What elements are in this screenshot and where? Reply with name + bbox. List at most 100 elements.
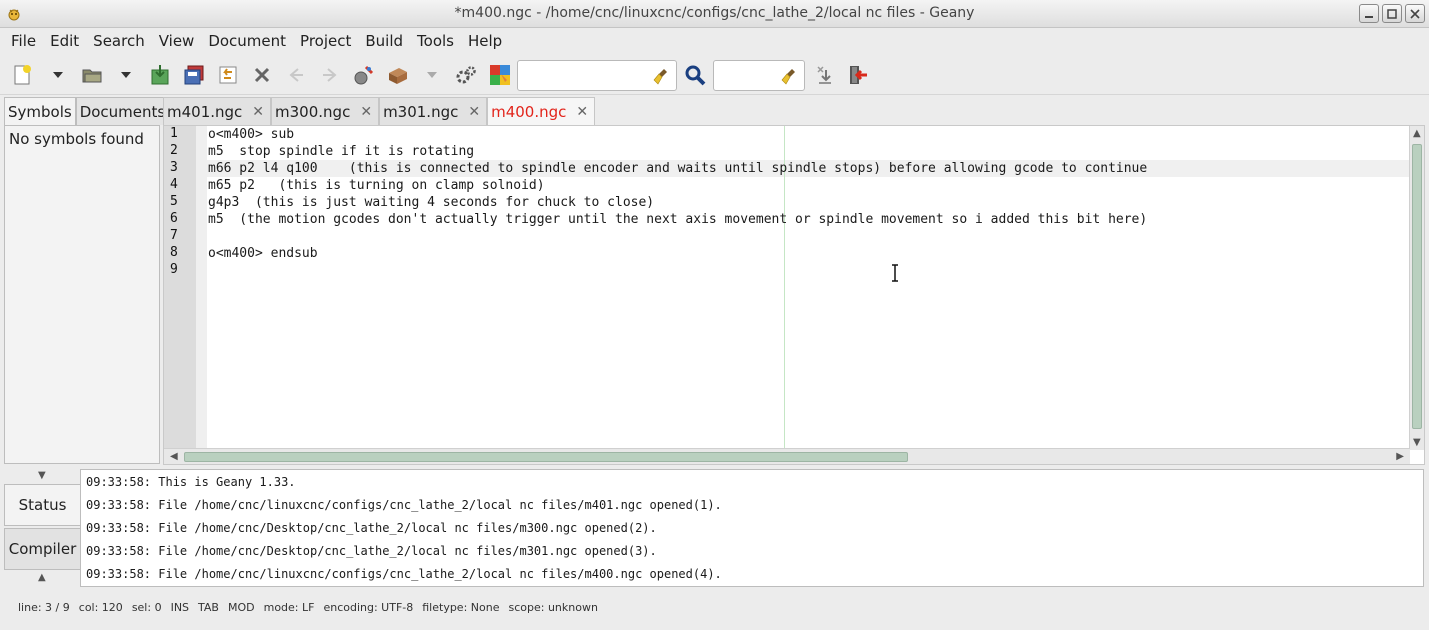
open-file-dropdown[interactable] [120, 69, 132, 81]
code-line[interactable]: m65 p2 (this is turning on clamp solnoid… [208, 177, 545, 194]
status-encoding: encoding: UTF-8 [323, 601, 414, 614]
search-field[interactable] [517, 60, 677, 91]
code-line[interactable]: m66 p2 l4 q100 (this is connected to spi… [208, 160, 1147, 177]
close-icon[interactable]: ✕ [468, 105, 480, 125]
minimize-button[interactable] [1359, 4, 1379, 23]
tab-documents[interactable]: Documents [75, 97, 170, 125]
message-tabs: ▼ Status Compiler ▲ [4, 468, 80, 586]
find-button[interactable] [683, 63, 707, 87]
line-number: 8 [170, 245, 178, 260]
doc-tab-m301[interactable]: m301.ngc ✕ [379, 97, 488, 125]
build-button[interactable] [386, 63, 410, 87]
sidebar-tabs: Symbols Documents [4, 97, 170, 125]
line-number: 7 [170, 228, 178, 243]
doc-tab-m401[interactable]: m401.ngc ✕ [163, 97, 272, 125]
scroll-left-icon[interactable]: ◀ [170, 451, 178, 462]
arrow-left-icon [289, 68, 303, 82]
close-icon[interactable]: ✕ [576, 105, 588, 125]
revert-icon [219, 66, 237, 84]
scroll-up-icon[interactable]: ▲ [1413, 128, 1421, 139]
search-icon [685, 65, 706, 86]
new-file-button[interactable] [10, 63, 34, 87]
menu-view[interactable]: View [152, 28, 202, 54]
code-line[interactable]: o<m400> endsub [208, 245, 318, 262]
menu-search[interactable]: Search [86, 28, 152, 54]
tab-scroll-up-icon[interactable]: ▲ [38, 572, 46, 583]
save-all-icon [184, 65, 204, 85]
line-number: 6 [170, 211, 178, 226]
menu-tools[interactable]: Tools [410, 28, 461, 54]
menu-build[interactable]: Build [358, 28, 410, 54]
fold-margin[interactable] [196, 126, 207, 450]
horizontal-scrollbar[interactable]: ◀ ▶ [164, 448, 1410, 464]
maximize-button[interactable] [1382, 4, 1402, 23]
status-col: col: 120 [78, 601, 123, 614]
horizontal-scroll-thumb[interactable] [184, 452, 908, 462]
dropdown-arrow-icon [121, 72, 131, 78]
compile-button[interactable] [352, 63, 376, 87]
clear-broom-icon[interactable] [781, 67, 799, 85]
status-log[interactable]: 09:33:58: This is Geany 1.33. 09:33:58: … [80, 469, 1424, 587]
scroll-right-icon[interactable]: ▶ [1396, 451, 1404, 462]
line-number: 5 [170, 194, 178, 209]
new-file-dropdown[interactable] [52, 69, 64, 81]
log-entry: 09:33:58: File /home/cnc/linuxcnc/config… [86, 567, 722, 581]
doc-tab-label: m401.ngc [167, 103, 243, 121]
new-file-icon [14, 65, 31, 85]
status-line: line: 3 / 9 [18, 601, 70, 614]
scroll-down-icon[interactable]: ▼ [1413, 437, 1421, 448]
line-number-gutter: 1 2 3 4 5 6 7 8 9 [164, 126, 196, 450]
clear-broom-icon[interactable] [653, 67, 671, 85]
build-dropdown[interactable] [426, 69, 438, 81]
vertical-scrollbar[interactable]: ▲ ▼ [1409, 126, 1424, 450]
save-all-button[interactable] [182, 63, 206, 87]
navigate-forward-button[interactable] [318, 63, 342, 87]
menu-file[interactable]: File [4, 28, 43, 54]
close-icon[interactable]: ✕ [252, 105, 264, 125]
navigate-back-button[interactable] [284, 63, 308, 87]
code-line[interactable]: m5 stop spindle if it is rotating [208, 143, 474, 160]
close-window-button[interactable] [1405, 4, 1425, 23]
doc-tab-m300[interactable]: m300.ngc ✕ [271, 97, 380, 125]
document-tabs: m401.ngc ✕ m300.ngc ✕ m301.ngc ✕ m400.ng… [163, 97, 596, 125]
code-text-area[interactable]: o<m400> sub m5 stop spindle if it is rot… [207, 126, 1410, 450]
open-file-button[interactable] [80, 63, 104, 87]
doc-tab-m400[interactable]: m400.ngc ✕ [487, 97, 596, 125]
jump-to-line-icon [817, 66, 831, 84]
save-button[interactable] [148, 63, 172, 87]
revert-button[interactable] [216, 63, 240, 87]
status-filetype: filetype: None [422, 601, 500, 614]
menu-project[interactable]: Project [293, 28, 358, 54]
code-line[interactable]: m5 (the motion gcodes don't actually tri… [208, 211, 1147, 228]
line-number: 9 [170, 262, 178, 277]
gear-icon [456, 66, 476, 84]
tab-status[interactable]: Status [4, 484, 80, 526]
menu-edit[interactable]: Edit [43, 28, 86, 54]
tab-scroll-down-icon[interactable]: ▼ [38, 470, 46, 481]
close-file-button[interactable] [250, 63, 274, 87]
menu-help[interactable]: Help [461, 28, 509, 54]
close-icon[interactable]: ✕ [360, 105, 372, 125]
code-editor[interactable]: 1 2 3 4 5 6 7 8 9 o<m400> sub m5 stop sp… [163, 125, 1425, 465]
code-line[interactable]: o<m400> sub [208, 126, 294, 143]
open-folder-icon [82, 69, 102, 83]
status-scope: scope: unknown [508, 601, 598, 614]
preferences-button[interactable] [454, 63, 478, 87]
vertical-scroll-thumb[interactable] [1412, 144, 1422, 429]
log-entry: 09:33:58: This is Geany 1.33. [86, 475, 296, 489]
quit-button[interactable] [846, 63, 870, 87]
dropdown-arrow-icon [53, 72, 63, 78]
line-number: 4 [170, 177, 178, 192]
status-insert-mode: INS [170, 601, 190, 614]
log-entry: 09:33:58: File /home/cnc/Desktop/cnc_lat… [86, 544, 657, 558]
code-line[interactable]: g4p3 (this is just waiting 4 seconds for… [208, 194, 654, 211]
goto-line-field[interactable] [713, 60, 805, 91]
tab-compiler[interactable]: Compiler [4, 528, 80, 570]
color-chooser-button[interactable] [488, 63, 512, 87]
menu-document[interactable]: Document [201, 28, 293, 54]
goto-line-button[interactable] [812, 63, 836, 87]
tab-symbols[interactable]: Symbols [4, 97, 76, 125]
status-modified: MOD [227, 601, 255, 614]
window-title: *m400.ngc - /home/cnc/linuxcnc/configs/c… [454, 5, 975, 21]
close-icon [254, 67, 270, 83]
